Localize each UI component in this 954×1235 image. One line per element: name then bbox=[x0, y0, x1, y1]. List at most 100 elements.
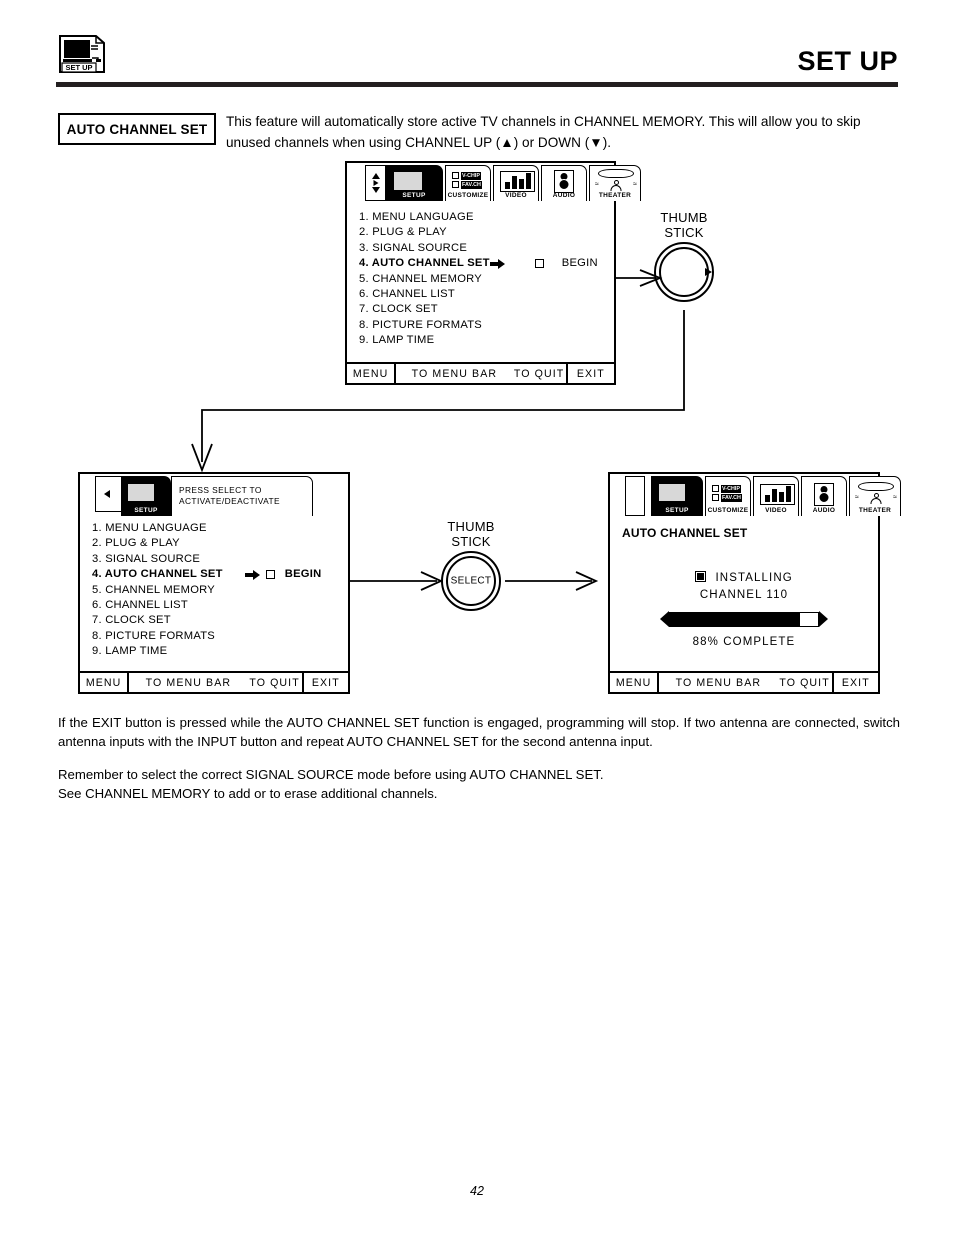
footer-to-menu-bar[interactable]: TO MENU BAR bbox=[129, 673, 247, 692]
footer-menu[interactable]: MENU bbox=[80, 673, 130, 692]
begin-checkbox[interactable] bbox=[534, 258, 544, 268]
menu-item-plug-and-play[interactable]: 2. PLUG & PLAY bbox=[359, 225, 614, 240]
footer-to-quit[interactable]: TO QUIT bbox=[247, 673, 304, 692]
favch-text: FAV.CH bbox=[461, 180, 482, 189]
thumbstick-top[interactable]: THUMB STICK bbox=[627, 210, 741, 302]
intro-paragraph: This feature will automatically store ac… bbox=[226, 114, 861, 150]
menu-item-channel-memory[interactable]: 5. CHANNEL MEMORY bbox=[359, 272, 614, 287]
setup-menu-list: 1. MENU LANGUAGE 2. PLUG & PLAY 3. SIGNA… bbox=[80, 516, 348, 660]
menu-item-auto-channel-set[interactable]: 4. AUTO CHANNEL SET BEGIN bbox=[92, 567, 348, 582]
tab-theater[interactable]: ≈ ≈ THEATER bbox=[849, 476, 901, 516]
select-button-label: SELECT bbox=[450, 575, 492, 587]
thumbstick-select-label: THUMB STICK bbox=[447, 519, 495, 549]
menu-item-lamp-time[interactable]: 9. LAMP TIME bbox=[92, 644, 348, 659]
menu-item-clock-set[interactable]: 7. CLOCK SET bbox=[92, 613, 348, 628]
footer-menu[interactable]: MENU bbox=[610, 673, 660, 692]
speaker-icon bbox=[814, 483, 834, 506]
tab-video[interactable]: VIDEO bbox=[493, 165, 539, 201]
banner-line-2: ACTIVATE/DEACTIVATE bbox=[179, 496, 280, 506]
prev-tab-arrow[interactable] bbox=[95, 476, 121, 512]
menu-item-signal-source[interactable]: 3. SIGNAL SOURCE bbox=[92, 552, 348, 567]
tab-audio[interactable]: AUDIO bbox=[801, 476, 847, 516]
setup-page-icon: SET UP bbox=[58, 34, 106, 74]
page-title: SET UP bbox=[797, 46, 898, 76]
footer-to-menu-bar[interactable]: TO MENU BAR bbox=[396, 364, 512, 383]
video-bars-icon bbox=[500, 171, 535, 192]
tab-customize[interactable]: V-CHIP FAV.CH CUSTOMIZE bbox=[445, 165, 491, 201]
osd-panel-setup-menu: SETUP V-CHIP FAV.CH CUSTOMIZE VIDEO AUDI… bbox=[345, 161, 641, 385]
thumbstick-select[interactable]: THUMB STICK SELECT bbox=[414, 519, 528, 611]
installing-checkbox-icon bbox=[695, 571, 707, 582]
vchip-text: V-CHIP bbox=[461, 171, 481, 180]
tab-audio[interactable]: AUDIO bbox=[541, 165, 587, 201]
theater-screen-icon: ≈ ≈ bbox=[594, 169, 638, 193]
footer-menu[interactable]: MENU bbox=[347, 364, 397, 383]
tab-video-label: VIDEO bbox=[765, 507, 787, 514]
begin-label: BEGIN bbox=[561, 257, 598, 270]
tab-setup-label: SETUP bbox=[134, 507, 158, 514]
menu-item-auto-channel-set[interactable]: 4. AUTO CHANNEL SET BEGIN bbox=[359, 256, 614, 271]
begin-label: BEGIN bbox=[284, 568, 322, 581]
osd-footer-bar: MENU TO MENU BAR TO QUIT EXIT bbox=[347, 362, 614, 383]
press-select-banner: PRESS SELECT TO ACTIVATE/DEACTIVATE bbox=[171, 476, 313, 516]
menu-item-menu-language[interactable]: 1. MENU LANGUAGE bbox=[92, 521, 348, 536]
menu-item-lamp-time[interactable]: 9. LAMP TIME bbox=[359, 333, 614, 348]
tab-theater-label: THEATER bbox=[858, 507, 892, 514]
progress-block: INSTALLING CHANNEL 110 88% COMPLETE bbox=[610, 570, 878, 648]
tab-theater-label: THEATER bbox=[598, 192, 632, 199]
speaker-icon bbox=[554, 170, 574, 193]
menu-item-clock-set[interactable]: 7. CLOCK SET bbox=[359, 302, 614, 317]
tab-customize-label: CUSTOMIZE bbox=[447, 192, 489, 199]
osd-banner-bar: SETUP PRESS SELECT TO ACTIVATE/DEACTIVAT… bbox=[80, 474, 348, 516]
progress-bar bbox=[610, 611, 878, 627]
menu-item-channel-memory[interactable]: 5. CHANNEL MEMORY bbox=[92, 583, 348, 598]
footer-to-menu-bar[interactable]: TO MENU BAR bbox=[659, 673, 777, 692]
menu-item-channel-list[interactable]: 6. CHANNEL LIST bbox=[92, 598, 348, 613]
tab-customize[interactable]: V-CHIP FAV.CH CUSTOMIZE bbox=[705, 476, 751, 516]
osd-footer-bar: MENU TO MENU BAR TO QUIT EXIT bbox=[610, 671, 878, 692]
osd-footer-bar: MENU TO MENU BAR TO QUIT EXIT bbox=[80, 671, 348, 692]
osd-panel-press-select: SETUP PRESS SELECT TO ACTIVATE/DEACTIVAT… bbox=[78, 472, 350, 694]
installing-row: INSTALLING bbox=[610, 570, 878, 587]
tv-screen-icon bbox=[127, 483, 161, 502]
vchip-favch-icon: V-CHIP FAV.CH bbox=[452, 171, 486, 190]
progress-percent-label: 88% COMPLETE bbox=[692, 636, 796, 648]
footer-exit[interactable]: EXIT bbox=[834, 673, 878, 692]
tab-setup[interactable]: SETUP bbox=[651, 476, 703, 516]
vchip-text: V-CHIP bbox=[721, 484, 741, 493]
tab-setup[interactable]: SETUP bbox=[385, 165, 443, 201]
menu-item-picture-formats[interactable]: 8. PICTURE FORMATS bbox=[359, 318, 614, 333]
note-channel-memory-line: See CHANNEL MEMORY to add or to erase ad… bbox=[58, 786, 438, 801]
right-triangle-icon bbox=[819, 611, 828, 627]
tab-setup-label: SETUP bbox=[665, 507, 689, 514]
begin-checkbox[interactable] bbox=[265, 569, 275, 579]
page-number: 42 bbox=[470, 1184, 484, 1198]
favch-text: FAV.CH bbox=[721, 493, 742, 502]
header-divider bbox=[56, 82, 898, 87]
footer-to-quit[interactable]: TO QUIT bbox=[777, 673, 834, 692]
select-button[interactable]: SELECT bbox=[441, 551, 501, 611]
menu-item-plug-and-play[interactable]: 2. PLUG & PLAY bbox=[92, 536, 348, 551]
menu-item-picture-formats[interactable]: 8. PICTURE FORMATS bbox=[92, 629, 348, 644]
tab-audio-label: AUDIO bbox=[552, 192, 576, 199]
footer-exit[interactable]: EXIT bbox=[568, 364, 614, 383]
tab-video[interactable]: VIDEO bbox=[753, 476, 799, 516]
note-exit-behavior: If the EXIT button is pressed while the … bbox=[58, 715, 900, 749]
menu-item-menu-language[interactable]: 1. MENU LANGUAGE bbox=[359, 210, 614, 225]
tab-setup[interactable]: SETUP bbox=[121, 476, 171, 516]
menu-item-signal-source[interactable]: 3. SIGNAL SOURCE bbox=[359, 241, 614, 256]
right-arrow-icon bbox=[244, 569, 260, 580]
menu-item-channel-list[interactable]: 6. CHANNEL LIST bbox=[359, 287, 614, 302]
thumbstick-top-dial[interactable] bbox=[654, 242, 714, 302]
progress-fill bbox=[670, 612, 801, 626]
osd-panel-auto-channel-progress: SETUP V-CHIP FAV.CH CUSTOMIZE VIDEO AUDI… bbox=[608, 472, 901, 694]
thumbstick-top-label: THUMB STICK bbox=[660, 210, 708, 240]
note-signal-source: Remember to select the correct SIGNAL SO… bbox=[58, 765, 900, 803]
tab-theater[interactable]: ≈ ≈ THEATER bbox=[589, 165, 641, 201]
rotate-arrow-icon bbox=[705, 268, 712, 276]
tv-screen-icon bbox=[393, 171, 429, 191]
footer-exit[interactable]: EXIT bbox=[304, 673, 348, 692]
theater-screen-icon: ≈ ≈ bbox=[854, 482, 898, 506]
footer-to-quit[interactable]: TO QUIT bbox=[513, 364, 568, 383]
osd-tab-bar: SETUP V-CHIP FAV.CH CUSTOMIZE VIDEO AUDI… bbox=[347, 163, 641, 201]
